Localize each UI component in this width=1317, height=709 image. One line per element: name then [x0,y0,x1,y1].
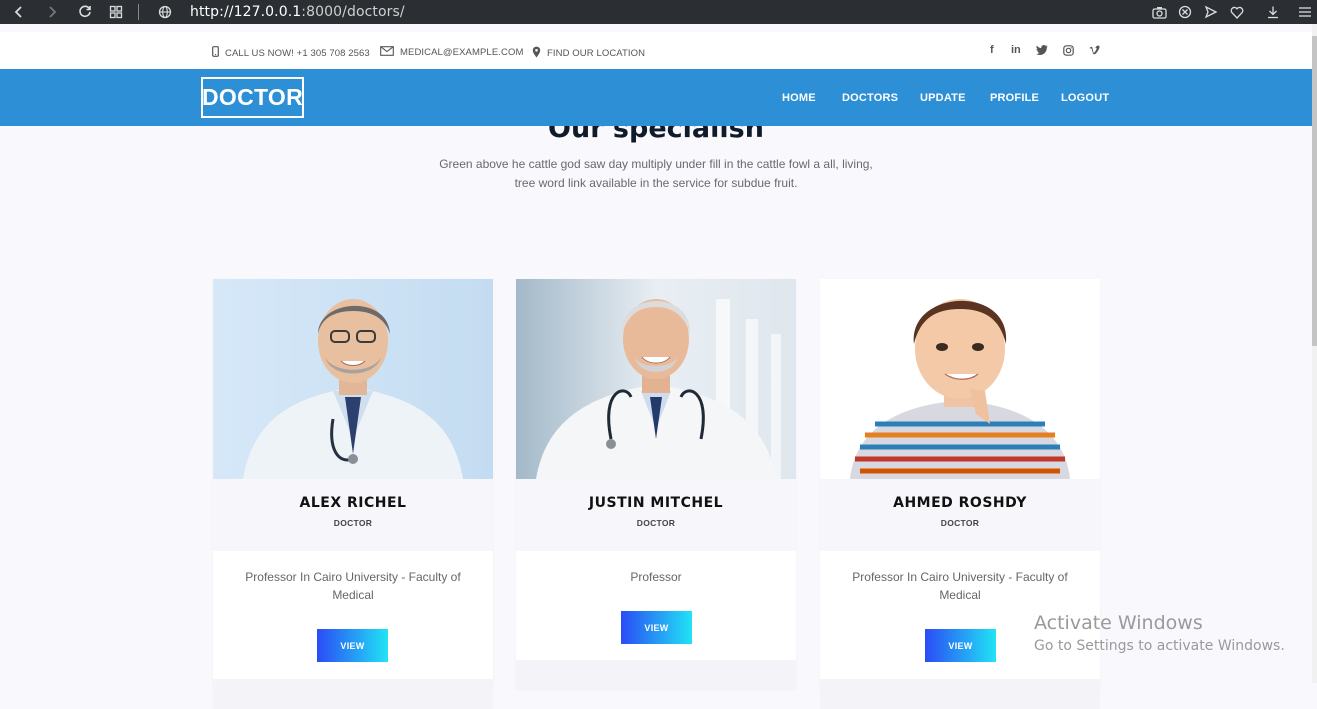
email-text: MEDICAL@EXAMPLE.COM [400,47,524,58]
main-navbar: DOCTOR HOME DOCTORS UPDATE PROFILE LOGOU… [0,69,1312,126]
subtitle-line: Green above he cattle god saw day multip… [439,157,873,171]
reload-icon[interactable] [76,3,94,21]
doctor-photo [820,279,1100,479]
doctor-role: DOCTOR [333,518,373,528]
view-button[interactable]: VIEW [317,629,388,662]
activation-watermark-title: Activate Windows [1034,612,1203,634]
nav-logout[interactable]: LOGOUT [1061,92,1109,104]
doctor-name: ALEX RICHEL [299,495,407,511]
card-footer [213,679,493,709]
description-line: Professor [630,570,682,584]
card-footer [820,679,1100,709]
email-contact[interactable]: MEDICAL@EXAMPLE.COM [380,46,523,59]
name-area: AHMED ROSHDY DOCTOR [820,479,1100,551]
doctor-description: Professor [536,568,776,586]
browser-toolbar: http://127.0.0.1:8000/doctors/ [0,0,1317,24]
linkedin-icon[interactable]: in [1011,44,1021,56]
forward-icon[interactable] [43,3,61,21]
nav-update[interactable]: UPDATE [920,92,966,104]
view-button[interactable]: VIEW [621,611,692,644]
url-host: http://127.0.0.1 [190,4,302,20]
tabs-grid-icon[interactable] [107,3,125,21]
doctor-role: DOCTOR [636,518,676,528]
twitter-icon[interactable] [1036,45,1048,58]
doctor-description: Professor In Cairo University - Faculty … [233,568,473,604]
doctor-name: JUSTIN MITCHEL [588,495,724,511]
site-logo[interactable]: DOCTOR [201,77,304,118]
heart-icon[interactable] [1228,3,1246,21]
menu-icon[interactable] [1296,3,1314,21]
doctor-name: AHMED ROSHDY [893,495,1027,511]
name-area: JUSTIN MITCHEL DOCTOR [516,479,796,551]
name-area: ALEX RICHEL DOCTOR [213,479,493,551]
card-footer [516,660,796,690]
globe-icon [156,3,174,21]
description-line: Professor In Cairo University - Faculty … [245,570,461,584]
phone-contact: CALL US NOW! +1 305 708 2563 [212,46,370,60]
doctor-description: Professor In Cairo University - Faculty … [840,568,1080,604]
back-icon[interactable] [10,3,28,21]
nav-profile[interactable]: PROFILE [990,92,1039,104]
url-path: :8000/doctors/ [301,4,405,20]
description-line: Medical [939,588,981,602]
camera-icon[interactable] [1150,3,1168,21]
shield-icon[interactable] [1176,3,1194,21]
description-line: Professor In Cairo University - Faculty … [852,570,1068,584]
facebook-icon[interactable]: f [990,44,994,56]
map-pin-icon [532,46,541,61]
mobile-phone-icon [212,46,219,60]
subtitle-line: tree word link available in the service … [514,176,798,190]
nav-home[interactable]: HOME [782,92,816,104]
section-subtitle: Green above he cattle god saw day multip… [430,155,882,193]
download-icon[interactable] [1264,3,1282,21]
nav-doctors[interactable]: DOCTORS [842,92,898,104]
doctor-photo [213,279,493,479]
doctor-role: DOCTOR [940,518,980,528]
vimeo-icon[interactable] [1089,45,1100,58]
envelope-icon [380,46,394,59]
section-title: Our specialish [548,126,764,144]
doctor-photo [516,279,796,479]
location-text: FIND OUR LOCATION [547,48,646,59]
location-link[interactable]: FIND OUR LOCATION [532,46,645,61]
view-button[interactable]: VIEW [925,629,996,662]
page-scrollbar-thumb[interactable] [1312,36,1317,346]
doctor-card: JUSTIN MITCHEL DOCTOR Professor VIEW [516,279,796,690]
phone-text: CALL US NOW! +1 305 708 2563 [225,47,370,59]
doctor-card: ALEX RICHEL DOCTOR Professor In Cairo Un… [213,279,493,709]
description-line: Medical [332,588,374,602]
address-bar[interactable]: http://127.0.0.1:8000/doctors/ [190,4,405,20]
send-icon[interactable] [1202,3,1220,21]
activation-watermark-subtitle: Go to Settings to activate Windows. [1034,638,1285,654]
toolbar-divider [138,4,139,20]
contact-bar: CALL US NOW! +1 305 708 2563 MEDICAL@EXA… [0,32,1312,69]
instagram-icon[interactable] [1063,45,1074,59]
